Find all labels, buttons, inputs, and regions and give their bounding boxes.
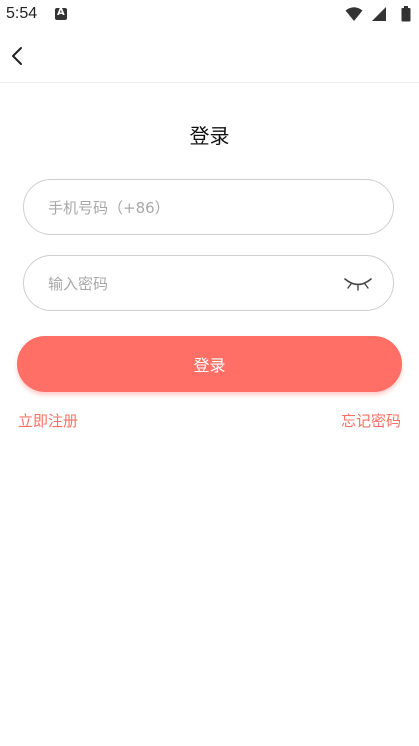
a-notification-icon	[55, 7, 67, 20]
app-bar	[0, 30, 419, 83]
signal-icon	[372, 7, 386, 21]
password-visibility-toggle[interactable]	[343, 274, 373, 292]
phone-field[interactable]	[23, 179, 394, 236]
battery-icon	[401, 6, 411, 22]
status-time: 5:54	[6, 5, 38, 22]
wifi-icon	[345, 7, 363, 21]
back-arrow-icon	[12, 47, 22, 65]
page-title: 登录	[189, 124, 230, 148]
forgot-password-link[interactable]: 忘记密码	[341, 410, 401, 431]
phone-input[interactable]	[46, 180, 340, 236]
register-link[interactable]: 立即注册	[18, 410, 78, 431]
login-button[interactable]: 登录	[17, 336, 402, 392]
back-button[interactable]	[6, 44, 30, 68]
password-field[interactable]	[23, 255, 394, 312]
eye-closed-icon	[344, 278, 372, 291]
status-bar: 5:54	[0, 0, 419, 30]
password-input[interactable]	[46, 256, 340, 312]
